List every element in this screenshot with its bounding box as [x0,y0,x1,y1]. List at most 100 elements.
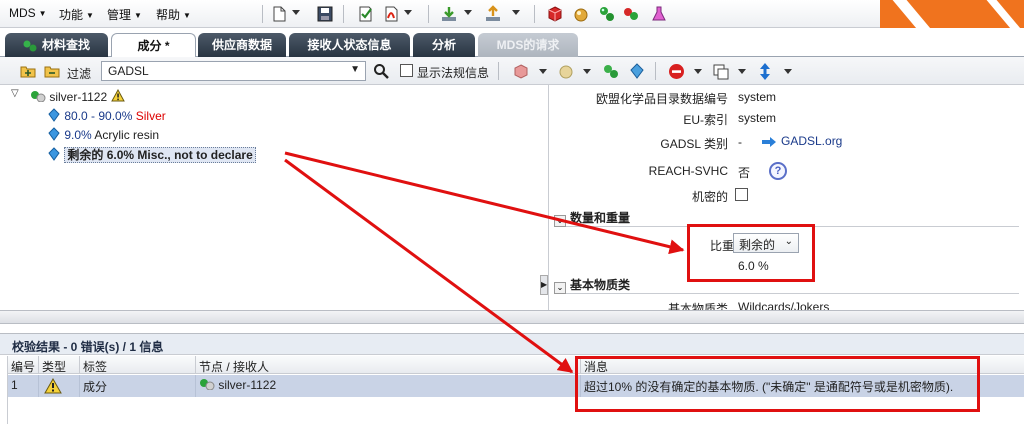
prop-value-eu-index: system [738,111,777,125]
warning-icon [44,377,62,394]
chevron-down-icon[interactable] [292,10,300,15]
copy-icon[interactable] [712,63,729,80]
toolbar-separator [262,5,263,23]
add-basic-substance-icon[interactable] [628,63,646,79]
column-header-node[interactable]: 节点 / 接收人 [196,356,581,374]
basic-substance-icon [48,108,60,122]
tree-node-silver[interactable]: 80.0 - 90.0% Silver [47,108,166,123]
help-icon[interactable]: ? [769,162,787,180]
prop-label-basic-substance: 基本物质类 [667,302,728,310]
chevron-down-icon[interactable] [694,69,702,74]
menu-help[interactable]: 帮助 ▼ [156,6,191,23]
prop-value-gadsl: - [738,135,742,149]
cell-label: 成分 [80,375,196,397]
prop-label-gadsl: GADSL 类别 [660,137,728,151]
component-icon [200,379,215,391]
basic-substance-icon [48,147,60,161]
search-icon[interactable] [373,63,389,79]
tree-toggle-icon[interactable]: ▽ [11,88,19,99]
prop-label-eu-index: EU-索引 [683,113,728,127]
warning-icon [110,88,125,102]
chevron-down-icon: ⌄ [554,282,566,294]
collapse-panel-handle[interactable]: ▶ [540,275,548,295]
filter-toolbar: 过滤 GADSL ▼ 显示法规信息 [0,57,1024,85]
prop-value-reach: 否 [738,166,751,180]
confidential-checkbox[interactable] [735,188,748,201]
menu-admin[interactable]: 管理 ▼ [107,6,142,23]
show-regulations-label: 显示法规信息 [417,66,490,80]
gadsl-link[interactable]: GADSL.org [781,134,842,148]
chevron-down-icon[interactable] [512,10,520,15]
show-regulations-checkbox[interactable] [400,64,413,77]
menu-functions[interactable]: 功能 ▼ [59,6,94,23]
tab-material-search[interactable]: 材料查找 [5,33,108,57]
chevron-down-icon[interactable] [583,69,591,74]
basic-substance-icon [48,127,60,141]
tab-mds-requests[interactable]: MDS的请求 [478,33,578,57]
save-icon[interactable] [316,5,334,23]
toolbar-separator [498,62,499,80]
tree-node-remainder-label: 剩余的 6.0% Misc., not to declare [64,147,256,163]
tab-analysis[interactable]: 分析 [413,33,475,57]
delete-icon[interactable] [668,63,685,80]
material-cube-icon[interactable] [546,5,564,23]
chevron-down-icon[interactable] [464,10,472,15]
component-icon [31,91,46,103]
import-icon[interactable] [440,5,458,23]
toolbar-separator [428,5,429,23]
check-document-icon[interactable] [356,5,374,23]
menu-mds[interactable]: MDS ▼ [9,6,47,20]
annotation-highlight-box [575,356,980,412]
prop-label-ec-number: 欧盟化学品目录数据编号 [595,92,728,106]
expand-folder-icon[interactable] [20,63,36,79]
prop-value-ec-number: system [738,90,777,104]
add-substance-icon[interactable] [602,63,620,79]
toolbar-separator [534,5,535,23]
validation-results-header: 校验结果 - 0 错误(s) / 1 信息 [0,333,1024,355]
cell-number: 1 [8,375,39,397]
new-document-icon[interactable] [270,5,288,23]
tab-recipient-status[interactable]: 接收人状态信息 [289,33,410,57]
filter-label: 过滤 [67,67,92,81]
component-icon[interactable] [622,5,640,23]
cell-node: silver-1122 [196,375,581,397]
prop-value-basic-substance: Wildcards/Jokers [738,300,830,310]
prop-label-confidential: 机密的 [691,190,728,204]
substance-molecule-icon[interactable] [598,5,616,23]
column-header-type[interactable]: 类型 [39,356,80,374]
arrow-right-icon [762,137,776,147]
tree-node-remainder[interactable]: 剩余的 6.0% Misc., not to declare [47,146,256,163]
column-header-label[interactable]: 标签 [80,356,196,374]
chevron-down-icon[interactable] [784,69,792,74]
collapse-folder-icon[interactable] [44,63,60,79]
move-up-down-icon[interactable] [758,62,772,81]
tab-composition[interactable]: 成分 * [111,33,196,58]
toolbar-separator [343,5,344,23]
chevron-down-icon: ⌄ [554,215,566,227]
add-material-icon[interactable] [513,63,531,79]
menu-bar: MDS ▼ 功能 ▼ 管理 ▼ 帮助 ▼ [0,0,1024,36]
add-semi-component-icon[interactable] [558,63,576,79]
annotation-highlight-box [687,224,815,282]
molecule-icon [23,40,37,52]
pdf-icon[interactable] [382,5,400,23]
chevron-down-icon[interactable] [738,69,746,74]
prop-label-reach: REACH-SVHC [648,164,728,178]
toolbar-separator [655,62,656,80]
chevron-down-icon[interactable] [404,10,412,15]
chevron-down-icon: ▼ [350,64,360,75]
cell-type [39,375,80,397]
tab-bar: 材料查找 成分 * 供应商数据 接收人状态信息 分析 MDS的请求 [0,28,1024,58]
column-header-number[interactable]: 编号 [8,356,39,374]
brand-stripe [880,0,1024,36]
tree-node-acrylic[interactable]: 9.0% Acrylic resin [47,127,159,142]
tree-root-node[interactable]: silver-1122 [30,88,125,104]
chevron-down-icon[interactable] [539,69,547,74]
composition-tree: ▽ silver-1122 80.0 - 90.0% Silver 9.0% A… [0,85,540,310]
semi-component-icon[interactable] [572,5,590,23]
export-icon[interactable] [484,5,502,23]
flask-icon[interactable] [650,5,668,23]
filter-select[interactable]: GADSL ▼ [101,61,366,81]
panel-splitter[interactable] [0,310,1024,324]
tab-supplier-data[interactable]: 供应商数据 [198,33,286,57]
